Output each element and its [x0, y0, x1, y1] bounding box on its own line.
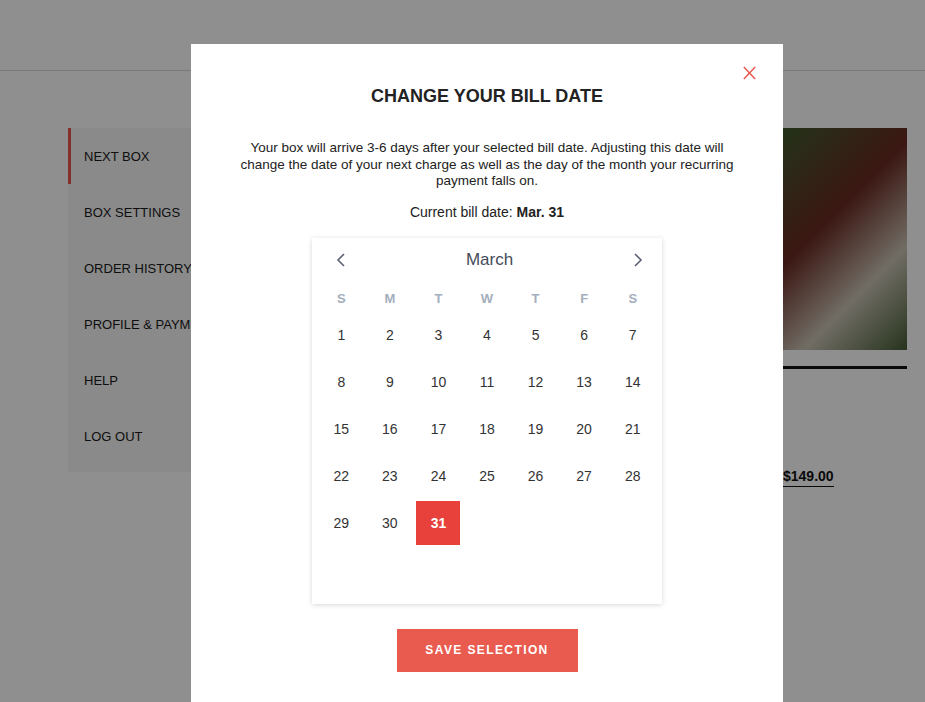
calendar-day-cell: 3 [414, 312, 463, 359]
calendar-day[interactable]: 30 [368, 501, 412, 545]
calendar-day-cell: 23 [366, 453, 415, 500]
calendar-day-cell: 13 [560, 359, 609, 406]
calendar-day[interactable]: 24 [416, 454, 460, 498]
calendar-day-cell: 22 [317, 453, 366, 500]
calendar-day[interactable]: 17 [416, 407, 460, 451]
calendar-day[interactable]: 9 [368, 360, 412, 404]
chevron-right-icon[interactable] [632, 252, 644, 268]
bill-date-modal: CHANGE YOUR BILL DATE Your box will arri… [191, 44, 783, 702]
calendar-day[interactable]: 18 [465, 407, 509, 451]
calendar-day-cell: 1 [317, 312, 366, 359]
calendar-day-cell: 17 [414, 406, 463, 453]
calendar-day[interactable]: 1 [319, 313, 363, 357]
calendar-day[interactable]: 13 [562, 360, 606, 404]
calendar-month: March [466, 250, 513, 270]
calendar-header: March [317, 238, 657, 282]
calendar-day-cell: 7 [608, 312, 657, 359]
calendar-day-cell: 29 [317, 500, 366, 547]
calendar-day-cell: 18 [463, 406, 512, 453]
current-bill-date: Current bill date: Mar. 31 [410, 204, 564, 220]
calendar-day[interactable]: 21 [611, 407, 655, 451]
weekday-label: S [608, 291, 657, 306]
weekday-label: T [414, 291, 463, 306]
calendar-day-cell: 24 [414, 453, 463, 500]
calendar-day[interactable]: 23 [368, 454, 412, 498]
calendar-day-cell: 8 [317, 359, 366, 406]
calendar-day[interactable]: 25 [465, 454, 509, 498]
calendar-week: 1234567 [317, 312, 657, 359]
calendar-day-cell: 30 [366, 500, 415, 547]
calendar-day-cell: 15 [317, 406, 366, 453]
modal-title: CHANGE YOUR BILL DATE [371, 86, 603, 106]
save-button[interactable]: SAVE SELECTION [397, 629, 578, 672]
calendar-day-cell: 11 [463, 359, 512, 406]
calendar-week: 15161718192021 [317, 406, 657, 453]
weekday-row: SMTWTFS [317, 286, 657, 312]
calendar-day-cell: 19 [511, 406, 560, 453]
calendar-day-cell: 31 [414, 500, 463, 547]
calendar-day[interactable]: 15 [319, 407, 363, 451]
calendar-day[interactable]: 26 [514, 454, 558, 498]
calendar-day-cell: 28 [608, 453, 657, 500]
calendar-day[interactable]: 16 [368, 407, 412, 451]
weekday-label: S [317, 291, 366, 306]
calendar-day[interactable]: 28 [611, 454, 655, 498]
calendar-day-cell: 6 [560, 312, 609, 359]
calendar-day-cell: 5 [511, 312, 560, 359]
chevron-left-icon[interactable] [335, 252, 347, 268]
weekday-label: W [463, 291, 512, 306]
screen: NEXT BOXBOX SETTINGSORDER HISTORYPROFILE… [0, 0, 925, 702]
calendar-day-cell: 9 [366, 359, 415, 406]
calendar-day-cell: 10 [414, 359, 463, 406]
calendar-day[interactable]: 29 [319, 501, 363, 545]
calendar-day[interactable]: 8 [319, 360, 363, 404]
calendar-day-cell: 25 [463, 453, 512, 500]
calendar-day[interactable]: 20 [562, 407, 606, 451]
weekday-label: T [511, 291, 560, 306]
calendar-week: 293031 [317, 500, 657, 547]
calendar-day-cell: 27 [560, 453, 609, 500]
modal-description: Your box will arrive 3-6 days after your… [237, 140, 737, 190]
calendar-day-cell: 26 [511, 453, 560, 500]
calendar-day-cell: 14 [608, 359, 657, 406]
calendar-day[interactable]: 14 [611, 360, 655, 404]
calendar-day[interactable]: 11 [465, 360, 509, 404]
calendar-day[interactable]: 5 [514, 313, 558, 357]
calendar-day[interactable]: 6 [562, 313, 606, 357]
calendar-week: 891011121314 [317, 359, 657, 406]
calendar-day-cell: 21 [608, 406, 657, 453]
calendar-day[interactable]: 4 [465, 313, 509, 357]
calendar-day-cell: 4 [463, 312, 512, 359]
calendar-day[interactable]: 27 [562, 454, 606, 498]
current-bill-date-label: Current bill date: [410, 204, 513, 220]
calendar-day-cell: 16 [366, 406, 415, 453]
weekday-label: M [366, 291, 415, 306]
current-bill-date-value: Mar. 31 [517, 204, 564, 220]
calendar-day[interactable]: 22 [319, 454, 363, 498]
close-icon[interactable] [742, 65, 757, 81]
calendar-day[interactable]: 19 [514, 407, 558, 451]
calendar: March SMTWTFS 12345678910111213141516171… [312, 238, 662, 604]
calendar-day[interactable]: 3 [416, 313, 460, 357]
calendar-day[interactable]: 7 [611, 313, 655, 357]
calendar-day-cell: 2 [366, 312, 415, 359]
calendar-day-cell: 20 [560, 406, 609, 453]
calendar-week: 22232425262728 [317, 453, 657, 500]
calendar-day-cell: 12 [511, 359, 560, 406]
weekday-label: F [560, 291, 609, 306]
calendar-day[interactable]: 10 [416, 360, 460, 404]
calendar-day[interactable]: 12 [514, 360, 558, 404]
calendar-day[interactable]: 2 [368, 313, 412, 357]
calendar-day[interactable]: 31 [416, 501, 460, 545]
